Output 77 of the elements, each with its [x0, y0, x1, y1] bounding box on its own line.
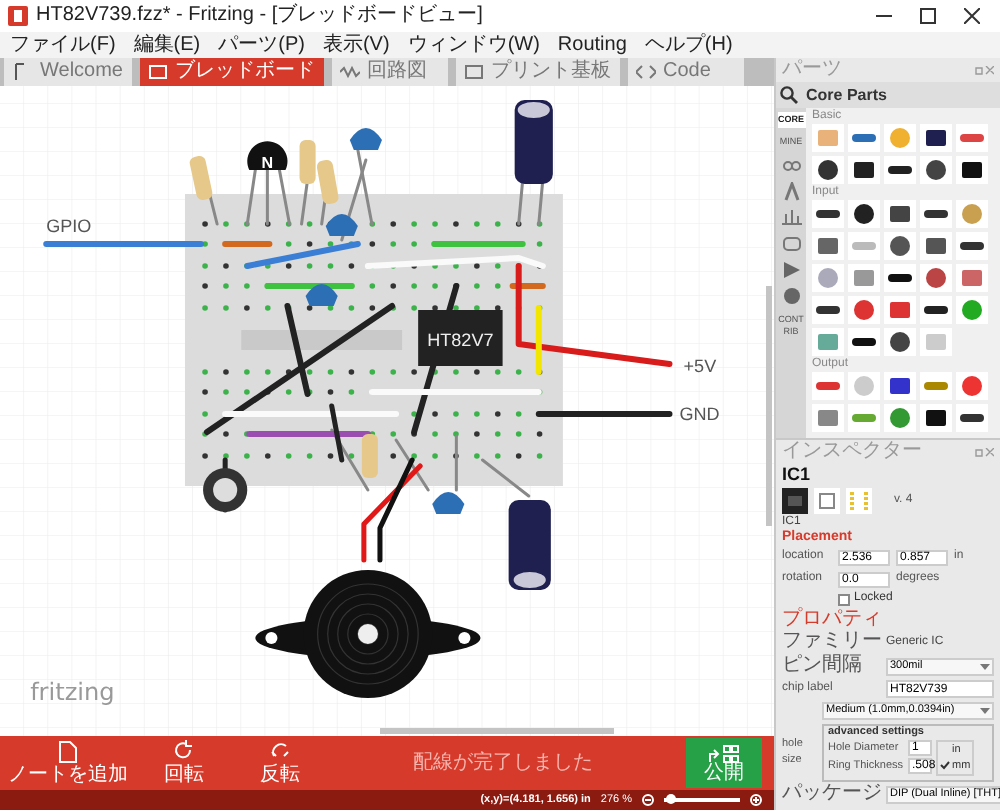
tab-icon: [147, 62, 167, 82]
tab-icon: [339, 62, 359, 82]
menu-item[interactable]: パーツ(P): [218, 35, 305, 55]
menu-item[interactable]: ファイル(F): [10, 35, 116, 55]
dropdown-caret-icon: [980, 663, 990, 669]
part-title: IC1: [782, 466, 811, 484]
net-label: +5V: [683, 356, 717, 376]
part-icon[interactable]: [884, 328, 916, 356]
part-icon[interactable]: [884, 156, 916, 184]
net-label: GND: [679, 404, 720, 424]
tab-icon: [463, 62, 483, 82]
bin-icon[interactable]: [781, 156, 801, 176]
part-icon[interactable]: [812, 200, 844, 228]
toolbar-button[interactable]: 反転: [240, 739, 320, 787]
app-icon: [8, 6, 28, 26]
tab[interactable]: 回路図: [331, 58, 447, 86]
zoom-out-icon[interactable]: [642, 794, 654, 806]
panel-title: パーツ: [782, 60, 844, 80]
part-icon[interactable]: [848, 156, 880, 184]
locked-checkbox[interactable]: [838, 593, 850, 605]
part-icon[interactable]: [956, 156, 988, 184]
window-title: HT82V739.fzz* - Fritzing - [ブレッドボードビュー]: [36, 6, 483, 26]
horizontal-scrollbar[interactable]: [380, 728, 614, 734]
part-icon[interactable]: [884, 232, 916, 260]
dropdown-caret-icon: [980, 708, 990, 714]
part-icon[interactable]: [812, 156, 844, 184]
maximize-icon[interactable]: [920, 8, 936, 24]
routing-status-message: 配線が完了しました: [411, 749, 595, 778]
net-label: GPIO: [46, 216, 92, 236]
part-icon[interactable]: [920, 200, 952, 228]
part-icon[interactable]: [920, 124, 952, 152]
close-icon[interactable]: [964, 8, 980, 24]
property-label: ファミリー: [782, 632, 882, 652]
tab[interactable]: Welcome: [4, 58, 131, 86]
part-icon[interactable]: [956, 232, 988, 260]
part-icon[interactable]: [884, 200, 916, 228]
tab-icon: [635, 62, 655, 82]
tab[interactable]: Code: [627, 58, 743, 86]
part-icon[interactable]: [920, 156, 952, 184]
checkmark-icon: [940, 760, 950, 770]
property-label: パッケージ: [782, 784, 882, 804]
part-icon[interactable]: [920, 404, 952, 432]
toolbar-button[interactable]: 回転: [144, 739, 224, 787]
part-icon[interactable]: [884, 372, 916, 400]
part-icon[interactable]: [920, 232, 952, 260]
vertical-scrollbar[interactable]: [766, 286, 772, 526]
bin-icon[interactable]: [781, 208, 801, 228]
share-icon: [708, 743, 740, 763]
note-icon: [58, 740, 78, 764]
zoom-slider-thumb[interactable]: [666, 794, 677, 804]
search-icon[interactable]: [780, 86, 798, 104]
part-icon[interactable]: [848, 200, 880, 228]
tab[interactable]: プリント基板: [455, 58, 619, 86]
panel-title: インスペクター: [782, 442, 924, 462]
menu-item[interactable]: 編集(E): [133, 35, 201, 55]
property-label: ピン間隔: [782, 656, 864, 676]
part-icon[interactable]: [956, 404, 988, 432]
toolbar-button[interactable]: ノートを追加: [8, 739, 128, 787]
pcb-view-icon: [846, 487, 872, 513]
menu-item[interactable]: ヘルプ(H): [644, 35, 733, 55]
part-icon[interactable]: [848, 328, 880, 356]
bin-title: Core Parts: [806, 87, 887, 103]
schematic-view-icon: [814, 487, 840, 513]
zoom-in-icon[interactable]: [750, 794, 762, 806]
rotate-icon: [174, 740, 194, 764]
breadboard-view-icon: [782, 487, 808, 513]
chip-label: HT82V7: [427, 330, 494, 350]
section-heading: プロパティ: [782, 609, 882, 629]
bin-icon[interactable]: [781, 182, 801, 202]
menu-item[interactable]: ウィンドウ(W): [407, 35, 540, 55]
menu-item[interactable]: Routing: [557, 35, 627, 55]
part-icon[interactable]: [920, 296, 952, 324]
fritzing-logo: fritzing: [30, 678, 115, 706]
tab[interactable]: ブレッドボード: [139, 58, 323, 86]
menu-item[interactable]: 表示(V): [322, 35, 390, 55]
part-icon[interactable]: [812, 296, 844, 324]
part-icon[interactable]: [884, 264, 916, 292]
